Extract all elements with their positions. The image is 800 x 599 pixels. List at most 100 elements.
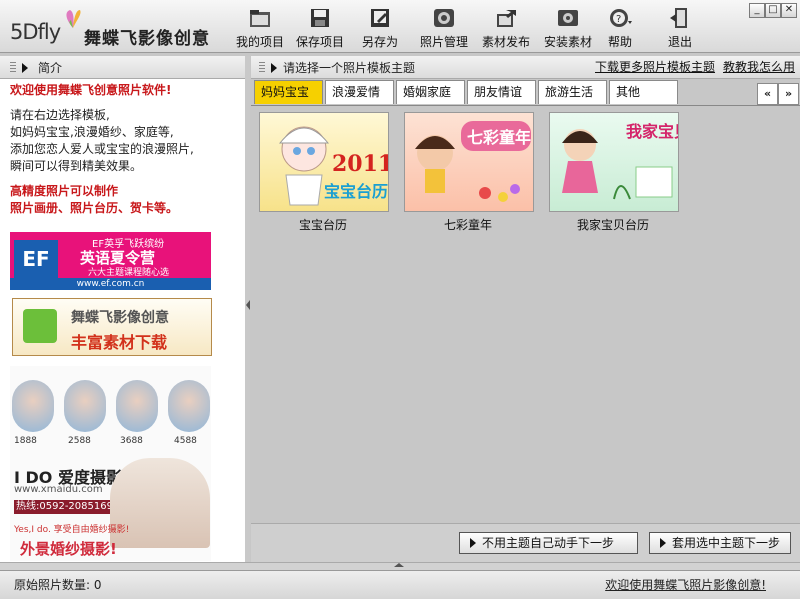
wedding-photo-advertisement[interactable]: 1888 2588 3688 4588 I DO 爱度摄影 www.xmaidu…	[10, 366, 211, 561]
intro-panel-title: 简介	[38, 60, 63, 75]
ef-advertisement-banner[interactable]: EF EF英孚飞跃缤纷 英语夏令营 六大主题课程随心选 www.ef.com.c…	[10, 232, 211, 290]
manual-next-step-button[interactable]: 不用主题自己动手下一步	[459, 532, 638, 554]
wedding-headline: 外景婚纱摄影!	[20, 540, 117, 558]
tab-romantic-love[interactable]: 浪漫爱情	[325, 80, 394, 104]
tab-other[interactable]: 其他	[609, 80, 678, 104]
intro-line: 如妈妈宝宝,浪漫婚纱、家庭等,	[10, 125, 174, 139]
intro-line: 添加您恋人爱人或宝宝的浪漫照片,	[10, 142, 194, 156]
maximize-button[interactable]: □	[765, 3, 781, 18]
top-toolbar: 5Dfly 舞蝶飞影像创意 我的项目 保存项目 另存为 照片管理 素材发布 安装…	[0, 0, 800, 53]
apply-theme-next-button[interactable]: 套用选中主题下一步	[649, 532, 791, 554]
floppy-save-icon	[311, 9, 329, 27]
intro-line: 瞬间可以得到精美效果。	[10, 159, 143, 173]
photo-count-label: 原始照片数量:	[14, 578, 91, 592]
my-baby-title-text: 我家宝贝	[626, 122, 678, 141]
install-material-label: 安装素材	[543, 35, 592, 49]
save-project-button[interactable]: 保存项目	[292, 4, 348, 50]
save-as-icon	[371, 9, 389, 27]
wedding-url: www.xmaidu.com	[14, 484, 103, 495]
highlight-text: 照片画册、照片台历、贺卡等。	[10, 201, 179, 215]
publish-material-button[interactable]: 素材发布	[478, 4, 534, 50]
tab-scroll-left-button[interactable]: «	[757, 83, 778, 105]
template-label: 我家宝贝台历	[576, 218, 649, 232]
wedding-price: 3688	[120, 436, 143, 446]
photo-manage-icon	[434, 9, 454, 27]
download-icon	[23, 309, 57, 343]
help-label: 帮助	[607, 35, 632, 49]
photo-manage-label: 照片管理	[419, 35, 468, 49]
help-button[interactable]: ? 帮助	[602, 4, 638, 50]
help-tutorial-link[interactable]: 教教我怎么用	[723, 56, 795, 78]
save-as-button[interactable]: 另存为	[356, 4, 404, 50]
ef-logo: EF	[14, 240, 58, 278]
action-bar: 不用主题自己动手下一步 套用选中主题下一步	[251, 523, 800, 563]
tab-scroll-right-button[interactable]: »	[778, 83, 799, 105]
baby-calendar-year-text: 2011	[332, 151, 388, 177]
my-baby-calendar-art: 我家宝贝	[562, 122, 678, 200]
svg-text:?: ?	[616, 14, 621, 25]
template-thumbnail-baby-calendar[interactable]: 2011 宝宝台历	[259, 112, 389, 212]
tab-travel-life[interactable]: 旅游生活	[538, 80, 607, 104]
play-arrow-icon	[470, 538, 476, 548]
minimize-icon: _	[754, 4, 760, 15]
intro-line: 请在右边选择模板,	[10, 108, 110, 122]
status-bar: 原始照片数量: 0 欢迎使用舞蝶飞照片影像创意!	[0, 570, 800, 599]
save-as-label: 另存为	[361, 35, 398, 49]
download-ad-subtitle: 丰富素材下载	[71, 333, 168, 352]
exit-label: 退出	[667, 35, 692, 49]
download-ad-title: 舞蝶飞影像创意	[71, 310, 169, 326]
minimize-button[interactable]: _	[749, 3, 765, 18]
expand-arrow-icon	[22, 62, 28, 73]
colorful-childhood-art: 七彩童年	[415, 121, 531, 202]
baby-calendar-art: 2011 宝宝台历	[278, 126, 388, 206]
my-projects-label: 我的项目	[235, 35, 284, 49]
material-download-banner[interactable]: 舞蝶飞影像创意 丰富素材下载	[12, 298, 212, 356]
wedding-photo-bubble	[12, 380, 54, 432]
install-material-button[interactable]: 安装素材	[540, 4, 596, 50]
maximize-icon: □	[768, 4, 778, 15]
tab-friendship[interactable]: 朋友情谊	[467, 80, 536, 104]
intro-panel-header[interactable]: 简介	[0, 56, 245, 79]
expand-arrow-icon	[271, 62, 277, 73]
wedding-photo-bubble	[64, 380, 106, 432]
wedding-price: 1888	[14, 436, 37, 446]
grip-icon	[259, 61, 265, 74]
template-category-tabs: 妈妈宝宝 浪漫爱情 婚姻家庭 朋友情谊 旅游生活 其他 « »	[251, 80, 800, 105]
app-window: 5Dfly 舞蝶飞影像创意 我的项目 保存项目 另存为 照片管理 素材发布 安装…	[0, 0, 800, 599]
exit-icon	[670, 8, 687, 28]
template-panel-title: 请选择一个照片模板主题	[283, 60, 416, 75]
save-project-label: 保存项目	[295, 35, 344, 49]
template-thumbnail-my-baby-calendar[interactable]: 我家宝贝	[549, 112, 679, 212]
my-projects-button[interactable]: 我的项目	[232, 4, 288, 50]
template-label: 七彩童年	[443, 218, 492, 232]
colorful-childhood-title-text: 七彩童年	[467, 128, 531, 147]
wedding-hotline: 热线:0592-2085169	[14, 500, 114, 514]
folder-icon	[250, 10, 270, 27]
close-button[interactable]: ✕	[781, 3, 797, 18]
intro-panel: 简介 欢迎使用舞蝶飞创意照片软件! 请在右边选择模板, 如妈妈宝宝,浪漫婚纱、家…	[0, 56, 246, 562]
help-icon: ?	[610, 9, 632, 27]
photo-count-value: 0	[93, 578, 102, 592]
welcome-link[interactable]: 欢迎使用舞蝶飞照片影像创意!	[605, 571, 766, 599]
butterfly-logo-icon	[66, 10, 81, 28]
publish-material-label: 素材发布	[481, 35, 530, 49]
wedding-photo-bubble	[168, 380, 210, 432]
publish-icon	[497, 10, 516, 27]
download-more-templates-link[interactable]: 下载更多照片模板主题	[595, 56, 715, 78]
logo-chinese-text: 舞蝶飞影像创意	[84, 29, 210, 49]
manual-next-step-label: 不用主题自己动手下一步	[482, 536, 615, 550]
highlight-text: 高精度照片可以制作	[10, 184, 119, 198]
template-panel-header: 请选择一个照片模板主题 下载更多照片模板主题 教教我怎么用	[251, 56, 800, 79]
collapse-left-arrow-icon[interactable]	[246, 300, 250, 310]
wedding-price: 4588	[174, 436, 197, 446]
tab-mother-baby[interactable]: 妈妈宝宝	[254, 80, 323, 104]
template-thumbnail-colorful-childhood[interactable]: 七彩童年	[404, 112, 534, 212]
photo-manage-button[interactable]: 照片管理	[416, 4, 472, 50]
tab-marriage-family[interactable]: 婚姻家庭	[396, 80, 465, 104]
collapse-bottom-arrow-icon[interactable]	[394, 563, 404, 567]
play-arrow-icon	[660, 538, 666, 548]
template-label: 宝宝台历	[298, 218, 347, 232]
install-icon	[558, 10, 578, 26]
wedding-price: 2588	[68, 436, 91, 446]
exit-button[interactable]: 退出	[662, 4, 698, 50]
